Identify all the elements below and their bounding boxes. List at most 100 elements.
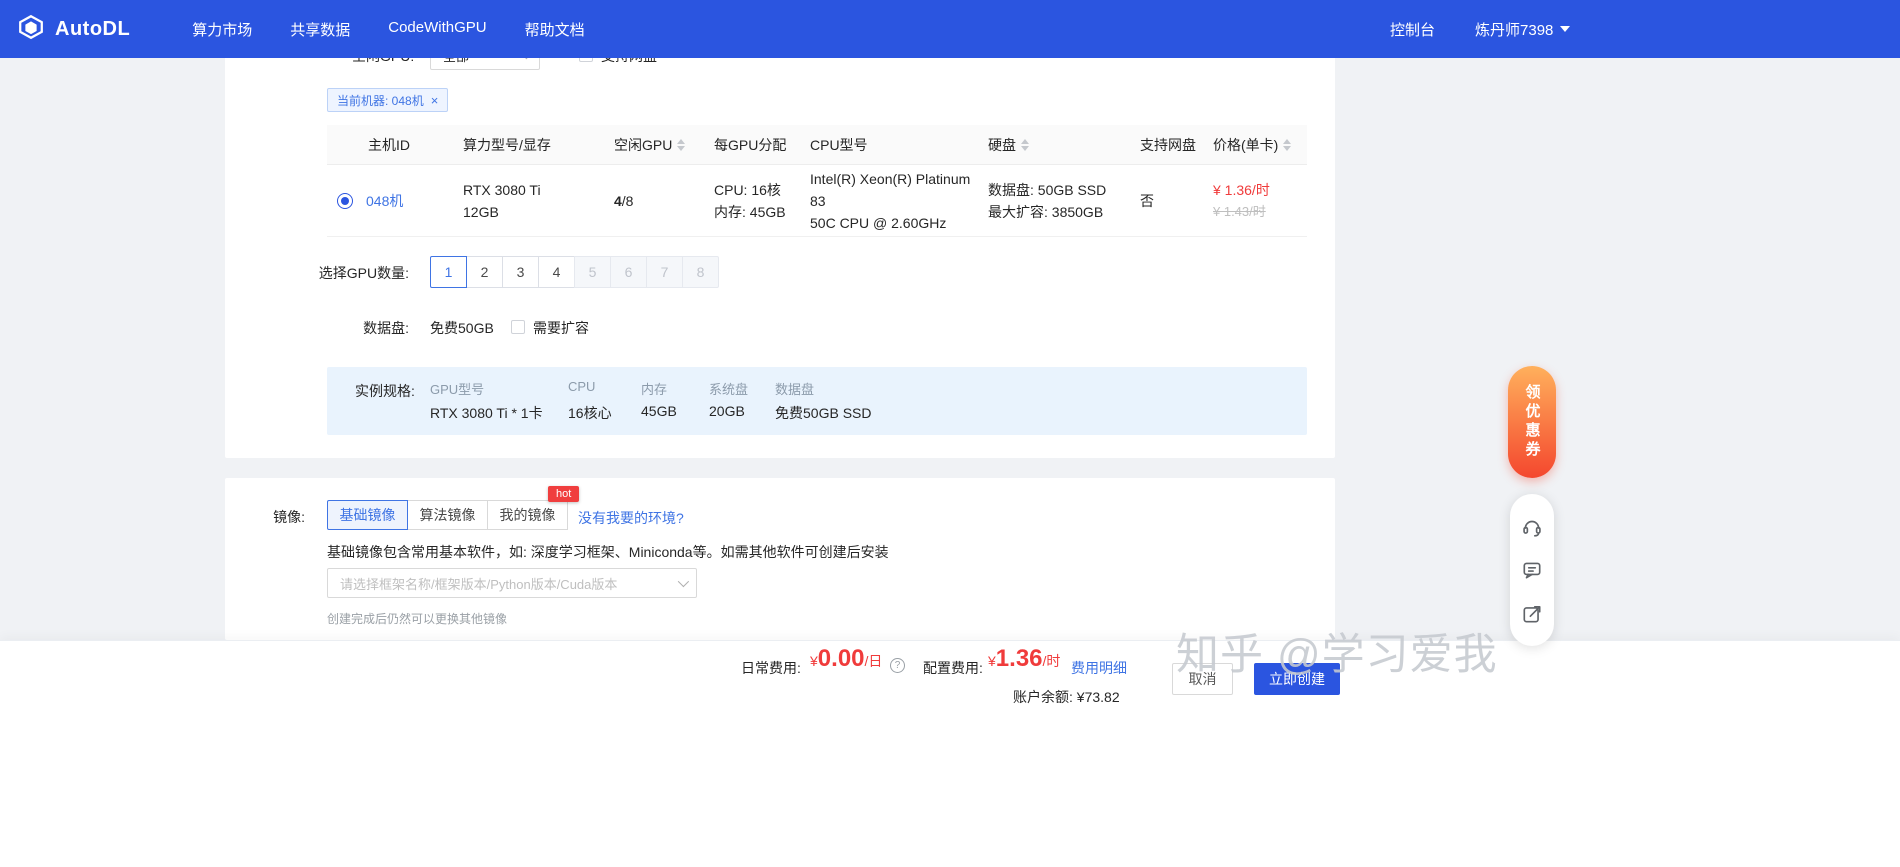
nav-item-codewithgpu[interactable]: CodeWithGPU xyxy=(388,19,486,40)
th-host-id: 主机ID xyxy=(327,135,447,155)
spec-cpu-value: 16核心 xyxy=(568,405,612,421)
account-balance-value: ¥73.82 xyxy=(1076,689,1120,705)
config-fee-amount: ¥ 1.36 /时 xyxy=(988,645,1060,673)
disk-expand: 最大扩容: 3850GB xyxy=(988,203,1104,220)
brand-link[interactable]: AutoDL xyxy=(16,12,130,47)
cell-cpu-model: Intel(R) Xeon(R) Platinum 83 50C CPU @ 2… xyxy=(794,168,972,234)
tab-my-image[interactable]: 我的镜像 xyxy=(487,500,568,530)
expand-disk-checkbox-label: 需要扩容 xyxy=(533,320,589,336)
spec-gpu-model-name: GPU型号 xyxy=(430,382,485,397)
navbar-right: 控制台 炼丹师7398 xyxy=(1390,0,1571,58)
side-toolbar xyxy=(1510,494,1554,646)
data-disk-value: 免费50GB xyxy=(430,320,494,336)
image-tabs: 基础镜像 算法镜像 我的镜像 hot xyxy=(327,486,580,530)
th-net-disk: 支持网盘 xyxy=(1124,135,1197,155)
cpu-model-line2: 50C CPU @ 2.60GHz xyxy=(810,214,947,231)
gpu-count-3[interactable]: 3 xyxy=(502,256,539,288)
gpu-count-8: 8 xyxy=(682,256,719,288)
free-gpu-used: 4 xyxy=(614,192,622,209)
help-icon[interactable]: ? xyxy=(890,658,905,673)
host-table: 主机ID 算力型号/显存 空闲GPU 每GPU分配 CPU型号 硬盘 支持网盘 … xyxy=(327,125,1307,237)
daily-fee-value: 0.00 xyxy=(817,645,865,672)
spec-system-disk-name: 系统盘 xyxy=(709,382,749,397)
tab-my-image-label: 我的镜像 xyxy=(499,507,556,523)
host-table-row: 048机 RTX 3080 Ti 12GB 4/8 CPU: 16核 内存: 4… xyxy=(327,165,1307,237)
image-selection-card: 镜像: 基础镜像 算法镜像 我的镜像 hot 没有我要的环境? 基础镜像包含常用… xyxy=(225,478,1335,640)
tab-algo-image[interactable]: 算法镜像 xyxy=(407,500,488,530)
missing-env-link[interactable]: 没有我要的环境? xyxy=(578,508,684,528)
cell-net-disk: 否 xyxy=(1124,191,1197,211)
host-table-header: 主机ID 算力型号/显存 空闲GPU 每GPU分配 CPU型号 硬盘 支持网盘 … xyxy=(327,125,1307,165)
nav-item-shared-data[interactable]: 共享数据 xyxy=(290,19,350,40)
account-balance-label: 账户余额: xyxy=(1013,689,1073,705)
spec-data-disk-value: 免费50GB SSD xyxy=(775,405,872,421)
image-note: 创建完成后仍然可以更换其他镜像 xyxy=(327,612,508,626)
current-machine-tag: 当前机器: 048机 × xyxy=(327,88,449,112)
price-current: ¥ 1.36/时 xyxy=(1213,181,1270,198)
cancel-button[interactable]: 取消 xyxy=(1172,663,1233,695)
gpu-count-options: 1 2 3 4 5 6 7 8 xyxy=(430,256,719,288)
spec-memory-name: 内存 xyxy=(641,382,668,397)
cell-per-gpu: CPU: 16核 内存: 45GB xyxy=(698,179,794,223)
image-label: 镜像: xyxy=(273,509,305,525)
spec-gpu-model-value: RTX 3080 Ti * 1卡 xyxy=(430,405,543,421)
footer-bar: 日常费用: ¥ 0.00 /日 ? 配置费用: ¥ 1.36 /时 费用明细 账… xyxy=(0,640,1900,867)
th-price[interactable]: 价格(单卡) xyxy=(1197,135,1307,155)
sort-icon[interactable] xyxy=(1021,138,1029,151)
gpu-model-name: RTX 3080 Ti xyxy=(463,181,541,198)
customer-service-icon[interactable] xyxy=(1521,516,1543,538)
data-disk-label: 数据盘: xyxy=(363,320,409,336)
gpu-count-1[interactable]: 1 xyxy=(430,256,467,288)
cell-free-gpu: 4/8 xyxy=(598,193,698,209)
user-menu[interactable]: 炼丹师7398 xyxy=(1475,19,1571,40)
spec-memory-value: 45GB xyxy=(641,403,677,419)
spec-system-disk-value: 20GB xyxy=(709,403,745,419)
expand-disk-checkbox[interactable] xyxy=(511,320,525,334)
top-navbar: AutoDL 算力市场 共享数据 CodeWithGPU 帮助文档 控制台 炼丹… xyxy=(0,0,1900,58)
daily-fee-currency: ¥ xyxy=(810,653,818,669)
daily-fee-amount: ¥ 0.00 /日 xyxy=(810,645,882,673)
page: 空闲GPU: 全部 支持网盘 当前机器: 048机 × 主机ID 算力型号/显存… xyxy=(0,0,1900,867)
th-per-gpu-label: 每GPU分配 xyxy=(714,136,787,153)
th-gpu-model-label: 算力型号/显存 xyxy=(463,136,551,153)
host-id-link[interactable]: 048机 xyxy=(366,191,403,211)
main-nav: 算力市场 共享数据 CodeWithGPU 帮助文档 xyxy=(192,19,584,40)
config-fee-currency: ¥ xyxy=(988,653,996,669)
tab-base-image[interactable]: 基础镜像 xyxy=(327,500,408,530)
gpu-count-4[interactable]: 4 xyxy=(538,256,575,288)
instance-spec-box: 实例规格: GPU型号 RTX 3080 Ti * 1卡 CPU 16核心 内存… xyxy=(327,367,1307,435)
coupon-button[interactable]: 领优惠券 xyxy=(1508,366,1556,478)
instance-spec-label: 实例规格: xyxy=(355,383,415,399)
gpu-count-label: 选择GPU数量: xyxy=(318,265,409,281)
th-disk[interactable]: 硬盘 xyxy=(972,135,1124,155)
sort-icon[interactable] xyxy=(677,138,686,151)
per-gpu-mem: 内存: 45GB xyxy=(714,203,786,220)
compose-icon[interactable] xyxy=(1521,603,1543,625)
th-free-gpu[interactable]: 空闲GPU xyxy=(598,135,698,155)
gpu-count-6: 6 xyxy=(610,256,647,288)
nav-item-market[interactable]: 算力市场 xyxy=(192,19,252,40)
create-button[interactable]: 立即创建 xyxy=(1254,663,1340,695)
tab-algo-image-label: 算法镜像 xyxy=(419,507,476,523)
per-gpu-cpu: CPU: 16核 xyxy=(714,181,781,198)
tab-base-image-label: 基础镜像 xyxy=(339,507,396,523)
console-link[interactable]: 控制台 xyxy=(1390,19,1435,40)
gpu-count-2[interactable]: 2 xyxy=(466,256,503,288)
username: 炼丹师7398 xyxy=(1475,21,1554,39)
spec-cpu-name: CPU xyxy=(568,379,596,394)
fee-detail-link[interactable]: 费用明细 xyxy=(1071,658,1127,678)
th-net-disk-label: 支持网盘 xyxy=(1140,136,1196,153)
sort-icon[interactable] xyxy=(1283,138,1292,151)
chevron-down-icon xyxy=(677,575,690,588)
host-radio[interactable] xyxy=(337,192,353,209)
config-fee-label: 配置费用: xyxy=(923,660,983,676)
daily-fee-label: 日常费用: xyxy=(741,660,801,676)
tag-close-icon[interactable]: × xyxy=(431,94,439,107)
daily-fee-unit: /日 xyxy=(864,653,883,669)
framework-select-placeholder: 请选择框架名称/框架版本/Python版本/Cuda版本 xyxy=(340,576,618,592)
nav-item-help-docs[interactable]: 帮助文档 xyxy=(525,19,585,40)
th-host-id-label: 主机ID xyxy=(368,136,410,153)
gpu-count-7: 7 xyxy=(646,256,683,288)
message-icon[interactable] xyxy=(1521,559,1543,581)
framework-select[interactable]: 请选择框架名称/框架版本/Python版本/Cuda版本 xyxy=(327,568,697,598)
